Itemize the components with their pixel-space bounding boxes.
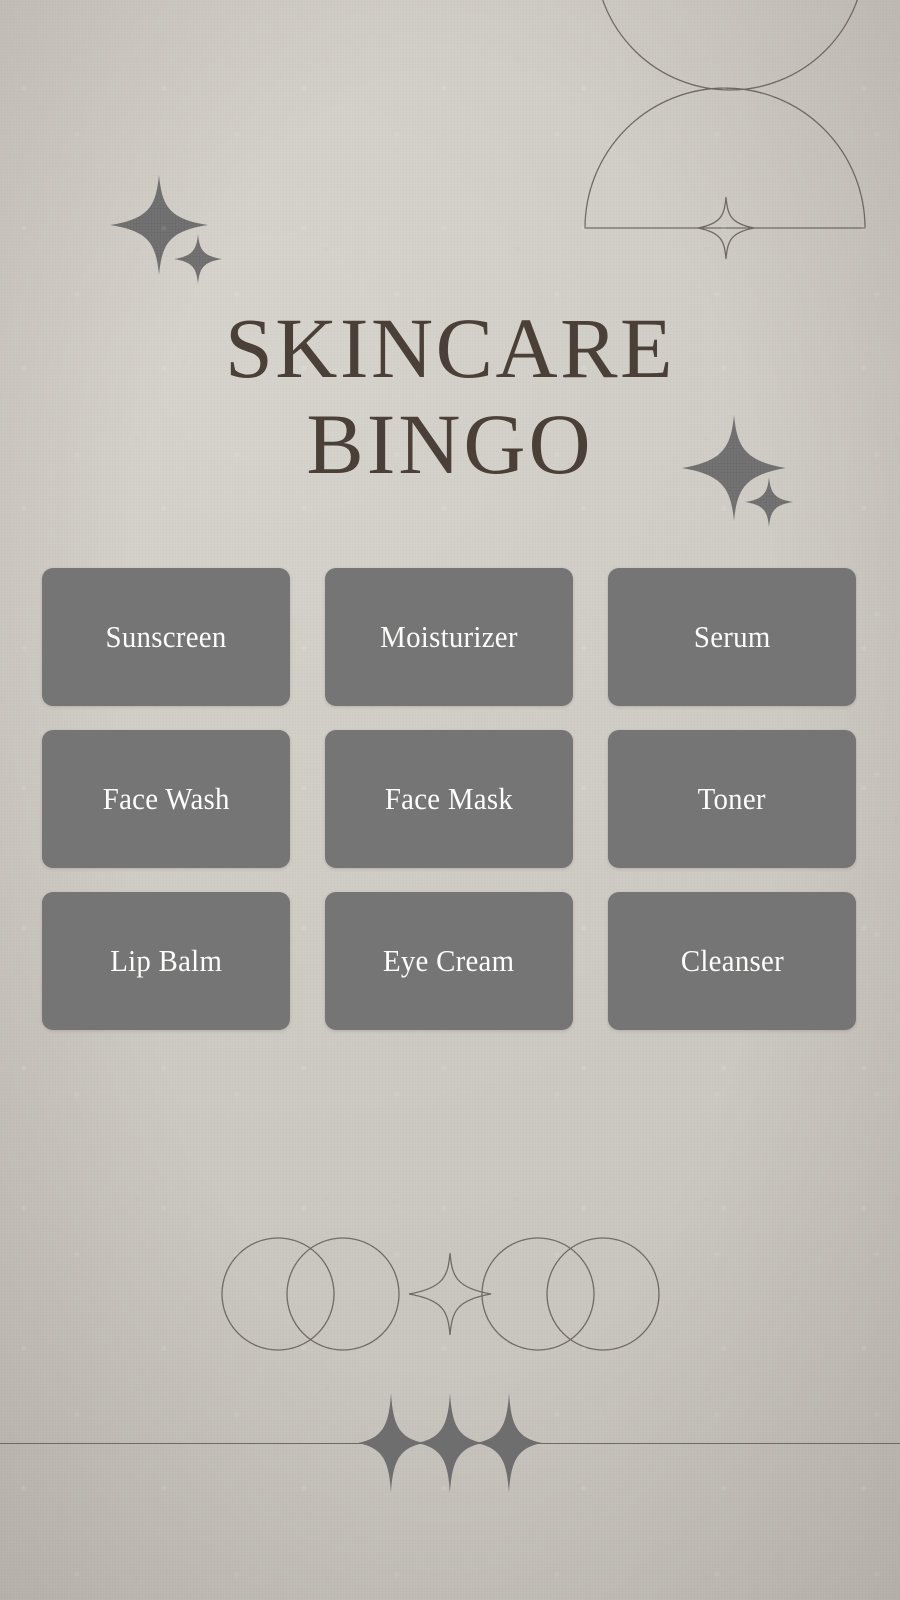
bingo-tile-label: Lip Balm xyxy=(110,943,222,978)
top-right-circle-outline xyxy=(602,0,858,91)
bingo-tile-label: Serum xyxy=(693,619,771,654)
bingo-tile[interactable]: Face Mask xyxy=(325,730,573,868)
bingo-tile[interactable]: Cleanser xyxy=(608,892,856,1030)
top-left-sparkle-large-icon xyxy=(110,175,208,275)
bingo-tile-label: Eye Cream xyxy=(383,943,515,978)
bottom-divider xyxy=(0,1443,900,1444)
bingo-tile-label: Sunscreen xyxy=(105,619,227,654)
bingo-tile-label: Face Wash xyxy=(102,781,230,816)
bingo-grid: Sunscreen Moisturizer Serum Face Wash Fa… xyxy=(42,568,856,1030)
bingo-tile[interactable]: Moisturizer xyxy=(325,568,573,706)
bingo-tile[interactable]: Sunscreen xyxy=(42,568,290,706)
bottom-center-sparkle-outline-icon xyxy=(408,1252,492,1336)
bingo-tile[interactable]: Lip Balm xyxy=(42,892,290,1030)
bingo-tile-label: Toner xyxy=(697,781,767,816)
top-left-sparkle-small-icon xyxy=(174,234,222,284)
bingo-tile-label: Moisturizer xyxy=(380,619,518,654)
dome-sparkle-outline-icon xyxy=(697,196,755,260)
bingo-tile-label: Face Mask xyxy=(384,781,514,816)
bottom-circles-left-outline xyxy=(221,1237,400,1351)
bingo-tile[interactable]: Eye Cream xyxy=(325,892,573,1030)
bottom-circles-right-outline xyxy=(481,1237,660,1351)
bingo-tile-label: Cleanser xyxy=(680,943,784,978)
bingo-tile[interactable]: Toner xyxy=(608,730,856,868)
top-right-dome-outline xyxy=(584,87,866,229)
poster-canvas: SKINCARE BINGO Sunscreen Moisturizer Ser… xyxy=(0,0,900,1600)
title-line-one: SKINCARE xyxy=(224,300,676,396)
title-line-two: BINGO xyxy=(306,396,594,492)
bingo-tile[interactable]: Serum xyxy=(608,568,856,706)
poster-title: SKINCARE BINGO xyxy=(0,300,900,492)
bingo-tile[interactable]: Face Wash xyxy=(42,730,290,868)
